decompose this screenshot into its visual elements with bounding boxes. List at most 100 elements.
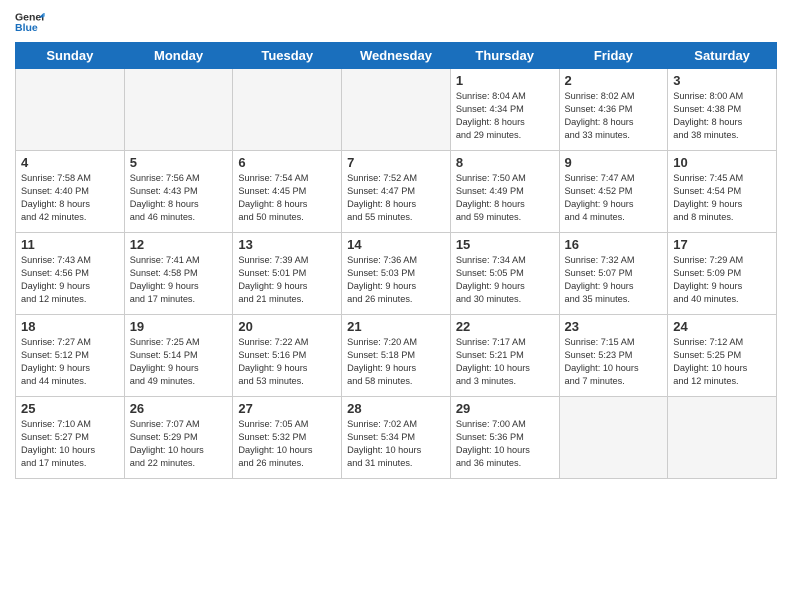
day-info: Sunrise: 8:02 AM Sunset: 4:36 PM Dayligh…	[565, 90, 663, 142]
calendar-cell	[16, 69, 125, 151]
col-header-saturday: Saturday	[668, 43, 777, 69]
day-info: Sunrise: 7:54 AM Sunset: 4:45 PM Dayligh…	[238, 172, 336, 224]
day-number: 9	[565, 155, 663, 170]
day-info: Sunrise: 7:50 AM Sunset: 4:49 PM Dayligh…	[456, 172, 554, 224]
calendar-cell: 24 Sunrise: 7:12 AM Sunset: 5:25 PM Dayli…	[668, 315, 777, 397]
day-info: Sunrise: 7:00 AM Sunset: 5:36 PM Dayligh…	[456, 418, 554, 470]
calendar-cell: 15 Sunrise: 7:34 AM Sunset: 5:05 PM Dayli…	[450, 233, 559, 315]
calendar-cell: 9 Sunrise: 7:47 AM Sunset: 4:52 PM Daylig…	[559, 151, 668, 233]
day-number: 12	[130, 237, 228, 252]
day-number: 20	[238, 319, 336, 334]
calendar-cell: 8 Sunrise: 7:50 AM Sunset: 4:49 PM Daylig…	[450, 151, 559, 233]
calendar-cell: 11 Sunrise: 7:43 AM Sunset: 4:56 PM Dayli…	[16, 233, 125, 315]
calendar-cell	[124, 69, 233, 151]
header-row: SundayMondayTuesdayWednesdayThursdayFrid…	[16, 43, 777, 69]
calendar-cell: 16 Sunrise: 7:32 AM Sunset: 5:07 PM Dayli…	[559, 233, 668, 315]
day-info: Sunrise: 7:58 AM Sunset: 4:40 PM Dayligh…	[21, 172, 119, 224]
day-info: Sunrise: 7:32 AM Sunset: 5:07 PM Dayligh…	[565, 254, 663, 306]
day-number: 4	[21, 155, 119, 170]
day-info: Sunrise: 7:52 AM Sunset: 4:47 PM Dayligh…	[347, 172, 445, 224]
calendar-cell: 10 Sunrise: 7:45 AM Sunset: 4:54 PM Dayli…	[668, 151, 777, 233]
day-number: 3	[673, 73, 771, 88]
day-number: 10	[673, 155, 771, 170]
day-info: Sunrise: 8:00 AM Sunset: 4:38 PM Dayligh…	[673, 90, 771, 142]
day-number: 2	[565, 73, 663, 88]
day-info: Sunrise: 7:02 AM Sunset: 5:34 PM Dayligh…	[347, 418, 445, 470]
calendar-cell: 1 Sunrise: 8:04 AM Sunset: 4:34 PM Daylig…	[450, 69, 559, 151]
day-number: 5	[130, 155, 228, 170]
day-info: Sunrise: 7:05 AM Sunset: 5:32 PM Dayligh…	[238, 418, 336, 470]
day-info: Sunrise: 7:15 AM Sunset: 5:23 PM Dayligh…	[565, 336, 663, 388]
calendar-cell: 18 Sunrise: 7:27 AM Sunset: 5:12 PM Dayli…	[16, 315, 125, 397]
week-row-5: 25Sunrise: 7:10 AM Sunset: 5:27 PM Dayli…	[16, 397, 777, 479]
col-header-sunday: Sunday	[16, 43, 125, 69]
calendar-cell: 6 Sunrise: 7:54 AM Sunset: 4:45 PM Daylig…	[233, 151, 342, 233]
day-info: Sunrise: 7:27 AM Sunset: 5:12 PM Dayligh…	[21, 336, 119, 388]
day-number: 14	[347, 237, 445, 252]
calendar-cell: 2 Sunrise: 8:02 AM Sunset: 4:36 PM Daylig…	[559, 69, 668, 151]
day-number: 6	[238, 155, 336, 170]
calendar-cell: 27 Sunrise: 7:05 AM Sunset: 5:32 PM Dayli…	[233, 397, 342, 479]
day-number: 21	[347, 319, 445, 334]
calendar-cell: 28Sunrise: 7:02 AM Sunset: 5:34 PM Dayli…	[342, 397, 451, 479]
calendar-cell	[559, 397, 668, 479]
calendar-cell	[668, 397, 777, 479]
calendar-cell: 14 Sunrise: 7:36 AM Sunset: 5:03 PM Dayli…	[342, 233, 451, 315]
logo: General Blue	[15, 10, 45, 34]
day-number: 7	[347, 155, 445, 170]
day-info: Sunrise: 7:20 AM Sunset: 5:18 PM Dayligh…	[347, 336, 445, 388]
calendar-cell: 29 Sunrise: 7:00 AM Sunset: 5:36 PM Dayli…	[450, 397, 559, 479]
calendar-cell: 26 Sunrise: 7:07 AM Sunset: 5:29 PM Dayli…	[124, 397, 233, 479]
week-row-4: 18 Sunrise: 7:27 AM Sunset: 5:12 PM Dayli…	[16, 315, 777, 397]
col-header-friday: Friday	[559, 43, 668, 69]
calendar-cell: 12 Sunrise: 7:41 AM Sunset: 4:58 PM Dayli…	[124, 233, 233, 315]
day-number: 1	[456, 73, 554, 88]
day-number: 27	[238, 401, 336, 416]
calendar-cell: 22Sunrise: 7:17 AM Sunset: 5:21 PM Dayli…	[450, 315, 559, 397]
col-header-wednesday: Wednesday	[342, 43, 451, 69]
day-number: 11	[21, 237, 119, 252]
day-number: 24	[673, 319, 771, 334]
day-info: Sunrise: 7:34 AM Sunset: 5:05 PM Dayligh…	[456, 254, 554, 306]
calendar-cell	[342, 69, 451, 151]
day-number: 8	[456, 155, 554, 170]
day-info: Sunrise: 7:45 AM Sunset: 4:54 PM Dayligh…	[673, 172, 771, 224]
day-number: 22	[456, 319, 554, 334]
calendar-cell: 17Sunrise: 7:29 AM Sunset: 5:09 PM Dayli…	[668, 233, 777, 315]
calendar-cell: 7 Sunrise: 7:52 AM Sunset: 4:47 PM Daylig…	[342, 151, 451, 233]
day-info: Sunrise: 7:25 AM Sunset: 5:14 PM Dayligh…	[130, 336, 228, 388]
week-row-1: 1 Sunrise: 8:04 AM Sunset: 4:34 PM Daylig…	[16, 69, 777, 151]
day-info: Sunrise: 7:47 AM Sunset: 4:52 PM Dayligh…	[565, 172, 663, 224]
day-number: 15	[456, 237, 554, 252]
calendar-cell: 3 Sunrise: 8:00 AM Sunset: 4:38 PM Daylig…	[668, 69, 777, 151]
week-row-2: 4 Sunrise: 7:58 AM Sunset: 4:40 PM Daylig…	[16, 151, 777, 233]
day-info: Sunrise: 7:07 AM Sunset: 5:29 PM Dayligh…	[130, 418, 228, 470]
day-number: 18	[21, 319, 119, 334]
col-header-monday: Monday	[124, 43, 233, 69]
calendar-cell: 13 Sunrise: 7:39 AM Sunset: 5:01 PM Dayli…	[233, 233, 342, 315]
col-header-thursday: Thursday	[450, 43, 559, 69]
day-number: 19	[130, 319, 228, 334]
day-number: 26	[130, 401, 228, 416]
col-header-tuesday: Tuesday	[233, 43, 342, 69]
main-container: General Blue SundayMondayTuesdayWednesda…	[0, 0, 792, 489]
day-number: 29	[456, 401, 554, 416]
day-info: Sunrise: 7:36 AM Sunset: 5:03 PM Dayligh…	[347, 254, 445, 306]
calendar-cell: 20Sunrise: 7:22 AM Sunset: 5:16 PM Dayli…	[233, 315, 342, 397]
calendar-table: SundayMondayTuesdayWednesdayThursdayFrid…	[15, 42, 777, 479]
day-info: Sunrise: 7:29 AM Sunset: 5:09 PM Dayligh…	[673, 254, 771, 306]
week-row-3: 11 Sunrise: 7:43 AM Sunset: 4:56 PM Dayli…	[16, 233, 777, 315]
day-number: 23	[565, 319, 663, 334]
header: General Blue	[15, 10, 777, 34]
day-info: Sunrise: 7:41 AM Sunset: 4:58 PM Dayligh…	[130, 254, 228, 306]
day-info: Sunrise: 7:39 AM Sunset: 5:01 PM Dayligh…	[238, 254, 336, 306]
day-number: 16	[565, 237, 663, 252]
day-info: Sunrise: 7:12 AM Sunset: 5:25 PM Dayligh…	[673, 336, 771, 388]
day-info: Sunrise: 8:04 AM Sunset: 4:34 PM Dayligh…	[456, 90, 554, 142]
logo-icon: General Blue	[15, 10, 45, 34]
day-info: Sunrise: 7:43 AM Sunset: 4:56 PM Dayligh…	[21, 254, 119, 306]
calendar-cell: 21 Sunrise: 7:20 AM Sunset: 5:18 PM Dayli…	[342, 315, 451, 397]
calendar-cell: 5Sunrise: 7:56 AM Sunset: 4:43 PM Daylig…	[124, 151, 233, 233]
day-number: 25	[21, 401, 119, 416]
day-number: 13	[238, 237, 336, 252]
